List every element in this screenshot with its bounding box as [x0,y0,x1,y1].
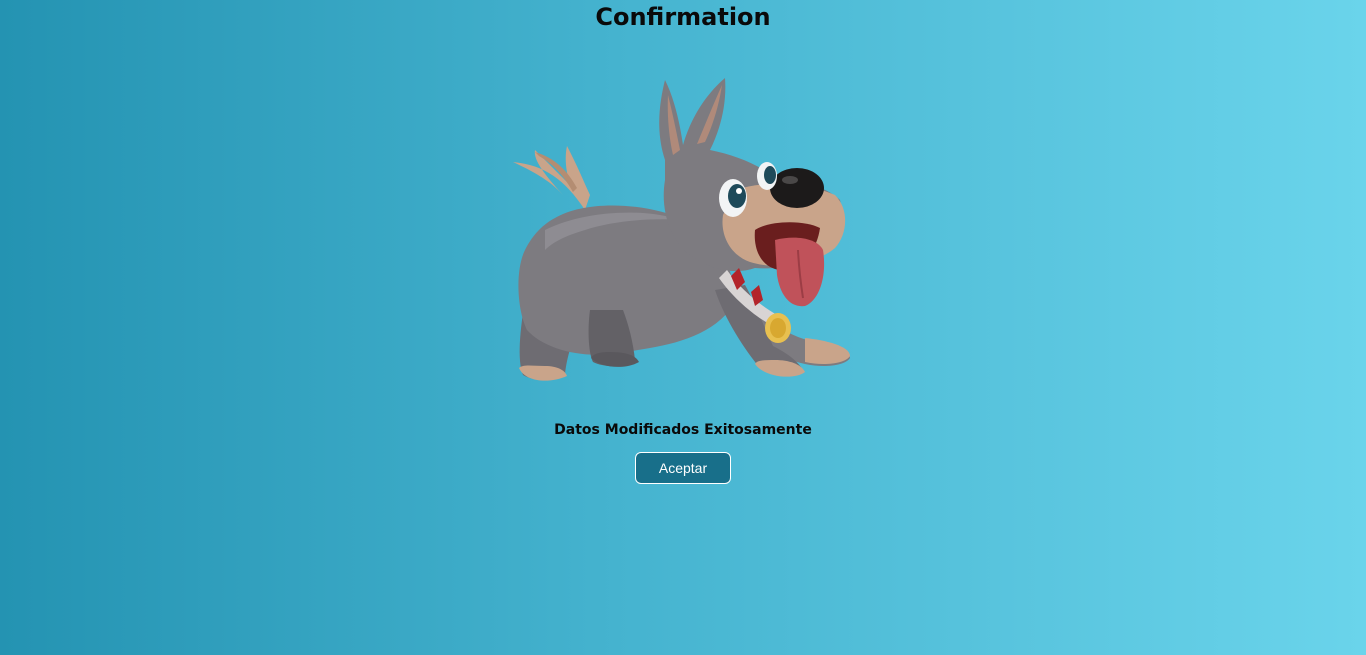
dog-illustration [505,70,860,390]
success-message: Datos Modificados Exitosamente [554,422,812,438]
dog-icon [513,78,850,381]
accept-button[interactable]: Aceptar [635,452,731,484]
confirmation-page: Confirmation Datos Modificados Exitosame… [0,0,1366,655]
page-title: Confirmation [595,3,771,31]
